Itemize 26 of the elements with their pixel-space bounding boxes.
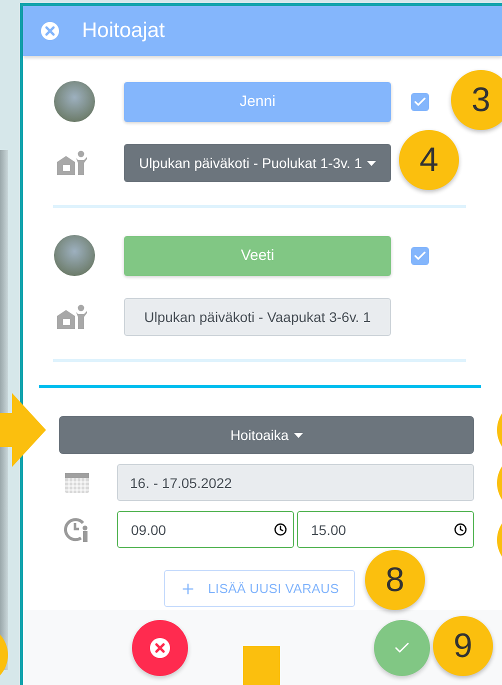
check-icon [413, 94, 427, 108]
close-icon[interactable] [40, 21, 60, 41]
group-field: Ulpukan päiväkoti - Vaapukat 3-6v. 1 [124, 298, 391, 336]
cancel-button[interactable] [132, 620, 188, 676]
check-icon [413, 248, 427, 262]
dialog-title: Hoitoajat [82, 19, 165, 43]
house-child-icon [56, 150, 88, 176]
close-icon [150, 638, 170, 658]
house-child-icon [56, 304, 88, 330]
care-type-dropdown[interactable]: Hoitoaika [59, 416, 474, 454]
group-dropdown[interactable]: Ulpukan päiväkoti - Puolukat 1-3v. 1 [124, 144, 391, 182]
clock-icon [454, 523, 467, 536]
end-time-field[interactable]: 15.00 [297, 511, 474, 548]
avatar-photo-placeholder [54, 235, 95, 276]
avatar-photo-placeholder [54, 81, 95, 122]
calendar-icon [65, 472, 89, 492]
child-checkbox[interactable] [411, 246, 429, 264]
square-marker [243, 646, 280, 685]
plus-icon [180, 580, 196, 596]
start-time-field[interactable]: 09.00 [117, 511, 294, 548]
caret-icon [367, 160, 376, 166]
clock-icon [274, 523, 287, 536]
save-button[interactable] [374, 620, 430, 676]
caret-icon [294, 432, 303, 438]
date-range-field[interactable]: 16. - 17.05.2022 [117, 464, 474, 501]
child-checkbox[interactable] [411, 92, 429, 110]
